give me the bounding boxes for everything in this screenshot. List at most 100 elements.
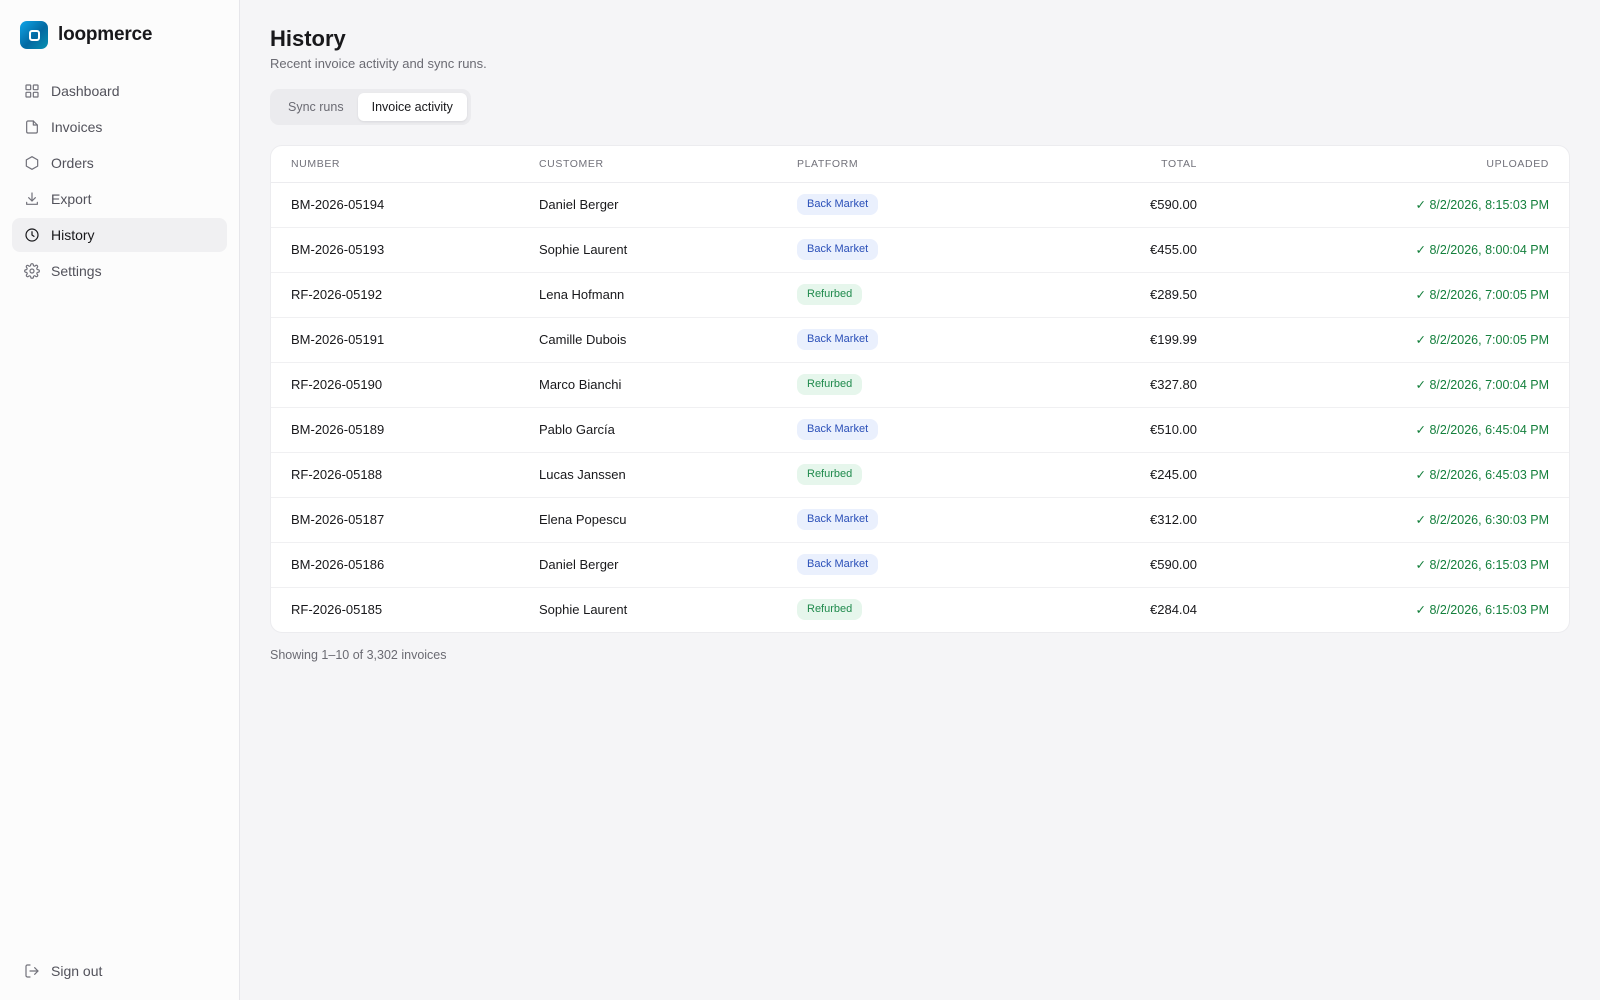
sidebar-item-settings[interactable]: Settings: [12, 254, 227, 288]
table-row[interactable]: BM-2026-05189 Pablo García Back Market €…: [271, 407, 1569, 453]
column-header-number: NUMBER: [271, 146, 539, 183]
customer-name: Camille Dubois: [539, 317, 797, 363]
gear-icon: [24, 263, 40, 279]
customer-name: Sophie Laurent: [539, 602, 628, 618]
table-row[interactable]: BM-2026-05194 Daniel Berger Back Market …: [271, 182, 1569, 228]
table-row[interactable]: BM-2026-05187 Elena Popescu Back Market …: [271, 497, 1569, 543]
sidebar-item-invoices[interactable]: Invoices: [12, 110, 227, 144]
box-icon: [25, 156, 39, 170]
sign-out-icon: [25, 964, 39, 978]
sign-out-section: Sign out: [12, 954, 227, 990]
platform-badge: Refurbed: [797, 464, 863, 485]
invoice-number: RF-2026-05185: [291, 602, 383, 618]
tab-sync-runs[interactable]: Sync runs: [274, 93, 358, 121]
platform-badge: Back Market: [797, 509, 879, 530]
invoice-number: RF-2026-05192: [271, 272, 539, 318]
brand[interactable]: loopmerce: [20, 21, 152, 49]
invoice-total: €284.04: [1150, 602, 1197, 618]
table-row[interactable]: BM-2026-05193 Sophie Laurent Back Market…: [271, 227, 1569, 273]
history-tabs: Sync runs Invoice activity: [270, 89, 471, 125]
sidebar-item-export[interactable]: Export: [12, 182, 227, 216]
table-row[interactable]: RF-2026-05185 Sophie Laurent Refurbed €2…: [271, 587, 1569, 632]
uploaded-timestamp: ✓ 8/2/2026, 6:15:03 PM: [1415, 558, 1549, 572]
invoice-number: BM-2026-05191: [271, 317, 539, 363]
table-row[interactable]: RF-2026-05190 Marco Bianchi Refurbed €32…: [271, 362, 1569, 408]
invoice-total: €590.00: [1047, 182, 1197, 228]
invoice-total: €590.00: [1047, 542, 1197, 588]
customer-name: Lucas Janssen: [539, 452, 797, 498]
uploaded-timestamp: ✓ 8/2/2026, 6:15:03 PM: [1415, 603, 1549, 618]
sidebar: loopmerce Dashboard Invoices Orders Expo…: [0, 0, 240, 1000]
invoice-total: €289.50: [1047, 272, 1197, 318]
sidebar-item-label: Settings: [51, 263, 102, 279]
sidebar-item-label: Orders: [51, 155, 94, 171]
grid-icon: [25, 84, 39, 98]
page-subtitle: Recent invoice activity and sync runs.: [270, 56, 487, 71]
column-header-platform: PLATFORM: [797, 146, 1047, 183]
uploaded-timestamp: ✓ 8/2/2026, 7:00:05 PM: [1415, 288, 1549, 302]
invoice-total: €245.00: [1047, 452, 1197, 498]
table-row[interactable]: RF-2026-05188 Lucas Janssen Refurbed €24…: [271, 452, 1569, 498]
sign-out-button[interactable]: Sign out: [12, 954, 227, 988]
sidebar-item-label: Export: [51, 191, 92, 207]
customer-name: Sophie Laurent: [539, 227, 797, 273]
tab-invoice-activity[interactable]: Invoice activity: [357, 93, 467, 121]
invoice-number: BM-2026-05186: [271, 542, 539, 588]
platform-badge: Back Market: [797, 329, 879, 350]
platform-badge: Back Market: [797, 419, 879, 440]
invoice-total: €312.00: [1047, 497, 1197, 543]
uploaded-timestamp: ✓ 8/2/2026, 7:00:05 PM: [1415, 333, 1549, 347]
uploaded-timestamp: ✓ 8/2/2026, 6:45:03 PM: [1415, 468, 1549, 482]
invoice-number: BM-2026-05194: [271, 182, 539, 228]
brand-logo-icon: [20, 21, 48, 49]
customer-name: Pablo García: [539, 407, 797, 453]
sidebar-item-orders[interactable]: Orders: [12, 146, 227, 180]
table-row[interactable]: BM-2026-05186 Daniel Berger Back Market …: [271, 542, 1569, 588]
uploaded-timestamp: ✓ 8/2/2026, 8:15:03 PM: [1415, 198, 1549, 212]
pagination-summary: Showing 1–10 of 3,302 invoices: [270, 648, 447, 662]
invoice-total: €510.00: [1047, 407, 1197, 453]
customer-name: Daniel Berger: [539, 182, 797, 228]
brand-name: loopmerce: [58, 24, 153, 45]
invoice-number: BM-2026-05187: [271, 497, 539, 543]
sidebar-item-label: History: [51, 227, 95, 243]
sign-out-label: Sign out: [51, 963, 103, 979]
platform-badge: Refurbed: [797, 284, 863, 305]
platform-badge: Refurbed: [797, 599, 863, 621]
column-header-total: TOTAL: [1047, 146, 1197, 183]
invoice-number: RF-2026-05188: [271, 452, 539, 498]
platform-badge: Back Market: [797, 239, 879, 260]
sidebar-item-label: Invoices: [51, 119, 103, 135]
uploaded-timestamp: ✓ 8/2/2026, 6:45:04 PM: [1415, 423, 1549, 437]
sidebar-nav: Dashboard Invoices Orders Export History…: [12, 74, 227, 290]
uploaded-timestamp: ✓ 8/2/2026, 7:00:04 PM: [1415, 378, 1549, 392]
platform-badge: Back Market: [797, 194, 879, 215]
customer-name: Marco Bianchi: [539, 362, 797, 408]
table-row[interactable]: RF-2026-05192 Lena Hofmann Refurbed €289…: [271, 272, 1569, 318]
invoice-activity-table-card: NUMBER CUSTOMER PLATFORM TOTAL UPLOADED …: [270, 145, 1570, 633]
table-header-row: NUMBER CUSTOMER PLATFORM TOTAL UPLOADED: [271, 146, 1569, 183]
column-header-customer: CUSTOMER: [539, 146, 797, 183]
uploaded-timestamp: ✓ 8/2/2026, 6:30:03 PM: [1415, 513, 1549, 527]
clock-icon: [25, 228, 39, 242]
customer-name: Elena Popescu: [539, 497, 797, 543]
customer-name: Lena Hofmann: [539, 272, 797, 318]
page-title: History: [270, 26, 346, 51]
invoice-total: €199.99: [1047, 317, 1197, 363]
table-row[interactable]: BM-2026-05191 Camille Dubois Back Market…: [271, 317, 1569, 363]
platform-badge: Refurbed: [797, 374, 863, 395]
uploaded-timestamp: ✓ 8/2/2026, 8:00:04 PM: [1415, 243, 1549, 257]
file-icon: [26, 120, 38, 134]
invoice-number: RF-2026-05190: [271, 362, 539, 408]
sidebar-item-history[interactable]: History: [12, 218, 227, 252]
sidebar-item-dashboard[interactable]: Dashboard: [12, 74, 227, 108]
invoice-total: €327.80: [1047, 362, 1197, 408]
platform-badge: Back Market: [797, 554, 879, 575]
download-icon: [26, 192, 38, 205]
invoice-total: €455.00: [1047, 227, 1197, 273]
invoice-activity-table: NUMBER CUSTOMER PLATFORM TOTAL UPLOADED …: [271, 146, 1569, 632]
invoice-number: BM-2026-05193: [271, 227, 539, 273]
invoice-number: BM-2026-05189: [271, 407, 539, 453]
sidebar-item-label: Dashboard: [51, 83, 120, 99]
customer-name: Daniel Berger: [539, 542, 797, 588]
